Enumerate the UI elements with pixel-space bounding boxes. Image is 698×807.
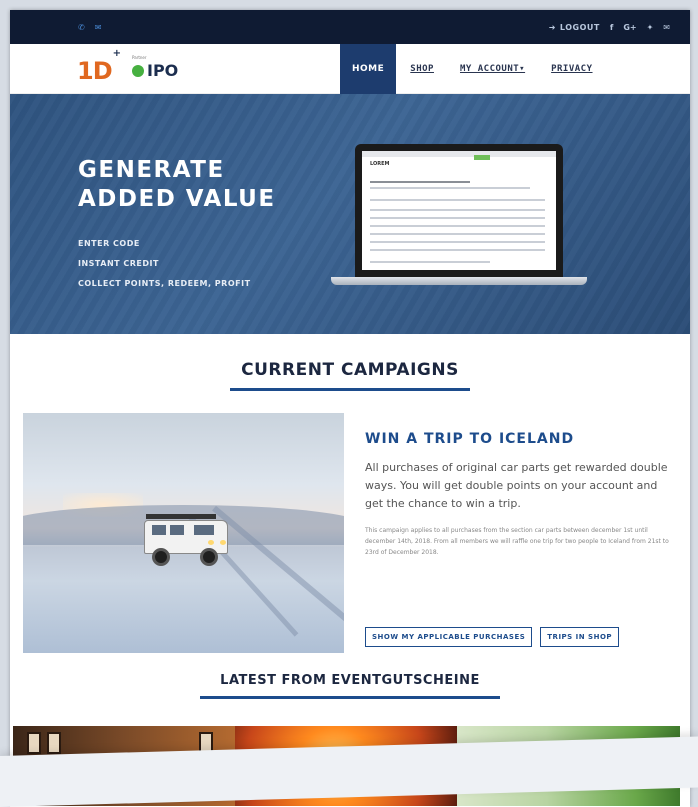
laptop-screen: LOREM [355, 144, 563, 277]
campaigns-heading: CURRENT CAMPAIGNS [241, 360, 459, 380]
campaigns-heading-underline [230, 388, 470, 391]
logo-text: 1D [77, 57, 113, 85]
hero-banner: GENERATE ADDED VALUE ENTER CODE INSTANT … [10, 94, 690, 334]
hero-feature-item: ENTER CODE [78, 239, 140, 248]
partner-logo-dot [132, 64, 144, 77]
hero-feature-list: ENTER CODE INSTANT CREDIT COLLECT POINTS… [78, 234, 251, 294]
phone-icon[interactable]: ✆ [78, 23, 85, 32]
twitter-icon[interactable]: ✦ [647, 23, 654, 32]
trips-in-shop-button[interactable]: TRIPS IN SHOP [540, 627, 620, 647]
hero-title: GENERATE ADDED VALUE [78, 156, 276, 214]
logo-plus: + [112, 48, 121, 59]
partner-logo-text: IPO [147, 61, 179, 80]
logout-icon: ➜ [548, 22, 556, 32]
campaign-photo[interactable] [23, 413, 344, 653]
hero-feature-item: COLLECT POINTS, REDEEM, PROFIT [78, 279, 251, 288]
nav-home[interactable]: HOME [340, 44, 397, 94]
brand-logo[interactable]: 1D+ [77, 48, 121, 85]
campaign-buttons: SHOW MY APPLICABLE PURCHASES TRIPS IN SH… [365, 627, 620, 647]
nav-my-account[interactable]: MY ACCOUNT▾ [460, 64, 525, 74]
latest-heading-underline [200, 696, 500, 699]
logout-link[interactable]: ➜ LOGOUT [549, 23, 600, 32]
google-plus-icon[interactable]: G+ [623, 23, 636, 32]
nav-privacy[interactable]: PRIVACY [551, 64, 592, 74]
facebook-icon[interactable]: f [610, 23, 613, 32]
campaign-fine-print: This campaign applies to all purchases f… [365, 527, 669, 556]
nav-menu: HOME SHOP MY ACCOUNT▾ PRIVACY [340, 44, 619, 94]
laptop-image: LOREM [331, 144, 587, 285]
browser-window: ✆ ✉ ➜ LOGOUT f G+ ✦ ✉ 1D+ Partner IPO HO… [10, 10, 690, 807]
contact-icons: ✆ ✉ [78, 23, 101, 32]
campaign-card: WIN A TRIP TO ICELAND All purchases of o… [10, 413, 690, 659]
hero-background [10, 94, 690, 334]
partner-logo[interactable]: Partner IPO [132, 55, 179, 80]
hero-title-line1: GENERATE [78, 157, 225, 183]
partner-small-label: Partner [132, 55, 147, 60]
campaign-title[interactable]: WIN A TRIP TO ICELAND [365, 431, 677, 447]
logout-label: LOGOUT [559, 22, 600, 32]
hero-title-line2: ADDED VALUE [78, 186, 276, 212]
campaign-lead: All purchases of original car parts get … [365, 461, 668, 510]
email-icon[interactable]: ✉ [663, 23, 670, 32]
nav-shop[interactable]: SHOP [410, 64, 434, 74]
main-nav: 1D+ Partner IPO HOME SHOP MY ACCOUNT▾ PR… [10, 44, 690, 94]
laptop-base [331, 277, 587, 285]
campaign-text: WIN A TRIP TO ICELAND All purchases of o… [365, 431, 677, 558]
screen-title: LOREM [370, 161, 390, 167]
show-purchases-button[interactable]: SHOW MY APPLICABLE PURCHASES [365, 627, 533, 647]
top-bar: ✆ ✉ ➜ LOGOUT f G+ ✦ ✉ [10, 10, 690, 44]
jeep-illustration [138, 508, 234, 568]
top-right: ➜ LOGOUT f G+ ✦ ✉ [549, 23, 670, 32]
hero-feature-item: INSTANT CREDIT [78, 259, 159, 268]
latest-heading: LATEST FROM EVENTGUTSCHEINE [220, 673, 480, 688]
mail-icon[interactable]: ✉ [95, 23, 102, 32]
laptop-screen-content: LOREM [362, 151, 556, 270]
